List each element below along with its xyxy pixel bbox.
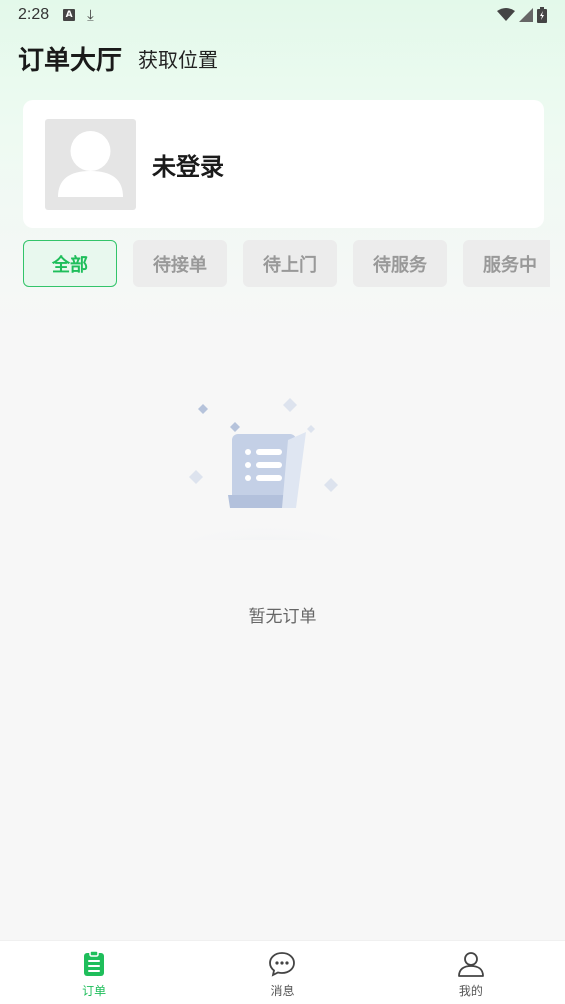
profile-icon (457, 952, 484, 977)
a-icon: A (63, 9, 76, 21)
nav-label-orders: 订单 (82, 984, 107, 998)
download-icon: ⤓ (87, 6, 94, 24)
nav-item-profile[interactable]: 我的 (377, 941, 565, 1004)
nav-item-messages[interactable]: 消息 (188, 941, 376, 1004)
page-header: 订单大厅 获取位置 (18, 40, 218, 76)
user-card[interactable]: 未登录 (23, 100, 544, 228)
tab-pending-accept[interactable]: 待接单 (133, 240, 227, 287)
tab-pending-service[interactable]: 待服务 (353, 240, 447, 287)
order-icon (84, 950, 105, 976)
tab-in-service[interactable]: 服务中 (463, 240, 550, 287)
message-icon (269, 952, 296, 977)
nav-label-profile: 我的 (458, 984, 483, 998)
nav-label-messages: 消息 (270, 984, 295, 998)
bottom-nav: 订单 消息 我的 (0, 940, 565, 1004)
page-title: 订单大厅 (18, 45, 123, 76)
login-status[interactable]: 未登录 (152, 147, 224, 182)
status-bar: 2:28 A ⤓ (0, 0, 565, 30)
empty-list-scroll-icon (166, 398, 366, 540)
nav-item-orders[interactable]: 订单 (0, 941, 188, 1004)
get-location-button[interactable]: 获取位置 (138, 44, 218, 73)
default-avatar-icon[interactable] (45, 118, 136, 210)
order-status-tabs: 全部 待接单 待上门 待服务 服务中 (23, 240, 550, 288)
wifi-icon (497, 8, 515, 21)
tab-pending-visit[interactable]: 待上门 (243, 240, 337, 287)
signal-icon (519, 8, 533, 22)
battery-icon (537, 7, 547, 23)
tab-all[interactable]: 全部 (23, 240, 117, 287)
status-time: 2:28 (18, 6, 50, 23)
empty-state-text: 暂无订单 (248, 607, 317, 627)
